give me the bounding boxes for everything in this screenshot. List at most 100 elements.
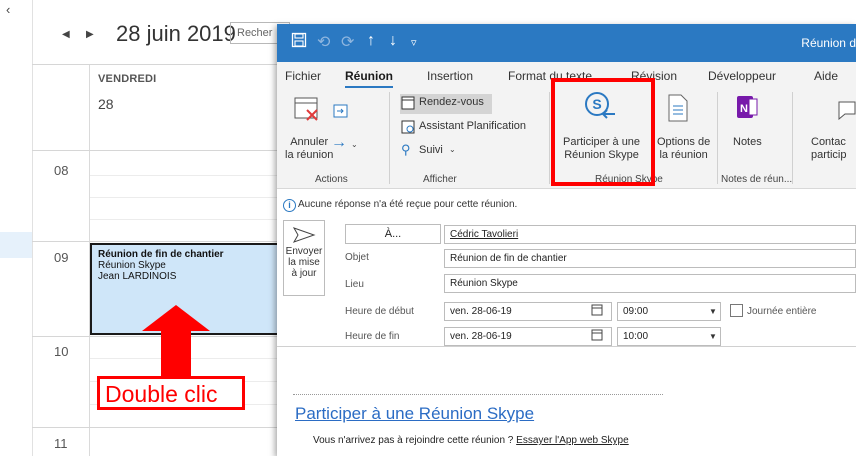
- location-field[interactable]: Réunion Skype: [444, 274, 856, 293]
- info-message: Aucune réponse n'a été reçue pour cette …: [298, 199, 518, 210]
- cancel-meeting-icon: [293, 94, 321, 127]
- day-header: VENDREDI: [98, 73, 157, 85]
- group-separator: [549, 92, 550, 184]
- hour-label-10: 10: [54, 344, 69, 359]
- up-icon[interactable]: ↑: [367, 32, 375, 50]
- cancel-meeting-button[interactable]: Annuler la réunion: [285, 136, 333, 162]
- send-line2: la mise: [288, 257, 320, 268]
- subject-field[interactable]: Réunion de fin de chantier: [444, 249, 856, 268]
- down-icon[interactable]: ↓: [389, 32, 397, 50]
- grid-line: [32, 241, 292, 242]
- selected-nav-item[interactable]: [0, 232, 32, 258]
- hour-label-11: 11: [54, 436, 68, 451]
- save-icon[interactable]: [291, 32, 307, 53]
- meeting-options-icon: [667, 94, 689, 125]
- tab-fichier[interactable]: Fichier: [285, 69, 321, 83]
- cant-join-text: Vous n'arrivez pas à rejoindre cette réu…: [313, 435, 629, 446]
- scheduling-assistant-icon: [401, 120, 415, 137]
- calendar-picker-icon[interactable]: [591, 329, 603, 344]
- group-label-actions: Actions: [315, 174, 348, 185]
- red-arrow-head: [142, 305, 210, 331]
- calendar-date-title: 28 juin 2019: [116, 21, 236, 46]
- hour-label-08: 08: [54, 163, 69, 178]
- redo-icon[interactable]: ⟳: [341, 32, 354, 52]
- chevron-down-icon[interactable]: ⌄: [351, 140, 358, 149]
- window-title: Réunion d: [801, 36, 856, 50]
- send-line3: à jour: [291, 268, 317, 279]
- end-date-field[interactable]: ven. 28-06-19: [444, 327, 612, 346]
- cant-join-prefix: Vous n'arrivez pas à rejoindre cette réu…: [313, 435, 514, 446]
- next-day-icon[interactable]: ▶: [86, 29, 94, 40]
- info-bar: i Aucune réponse n'a été reçue pour cett…: [277, 194, 856, 216]
- appointment-icon: [401, 96, 415, 113]
- meeting-options-line1: Options de: [657, 136, 711, 148]
- grid-line: [90, 175, 292, 176]
- group-separator: [389, 92, 390, 184]
- start-time-field[interactable]: 09:00: [617, 302, 721, 321]
- tab-reunion[interactable]: Réunion: [345, 69, 393, 89]
- dropdown-arrow-icon[interactable]: ▼: [709, 332, 717, 341]
- skype-button-highlight: [551, 78, 655, 186]
- end-time-field[interactable]: 10:00: [617, 327, 721, 346]
- navigation-pane-collapsed: [0, 0, 33, 456]
- cancel-meeting-line1: Annuler: [290, 136, 329, 148]
- start-time-label: Heure de début: [345, 306, 414, 317]
- end-time-value: 10:00: [623, 331, 649, 342]
- event-location: Réunion Skype: [98, 260, 166, 271]
- all-day-checkbox[interactable]: [730, 304, 743, 317]
- subject-label: Objet: [345, 252, 369, 263]
- tab-insertion[interactable]: Insertion: [427, 69, 473, 83]
- skype-web-app-link[interactable]: Essayer l'App web Skype: [516, 435, 629, 446]
- contact-attendees-line1: Contac: [811, 136, 846, 148]
- send-update-button[interactable]: Envoyer la mise à jour: [283, 220, 325, 296]
- meeting-window: ⟲ ⟳ ↑ ↓ ▿ Réunion d Fichier Réunion Inse…: [277, 24, 856, 456]
- chevron-down-icon[interactable]: ⌄: [449, 145, 456, 154]
- group-label-notes: Notes de réun...: [721, 174, 793, 185]
- contact-attendees-icon: [837, 100, 856, 123]
- start-date-field[interactable]: ven. 28-06-19: [444, 302, 612, 321]
- end-time-label: Heure de fin: [345, 331, 400, 342]
- to-button[interactable]: À...: [345, 224, 441, 244]
- forward-calendar-icon[interactable]: [333, 104, 349, 121]
- start-time-value: 09:00: [623, 306, 649, 317]
- event-organizer: Jean LARDINOIS: [98, 271, 177, 282]
- tab-aide[interactable]: Aide: [814, 69, 838, 83]
- all-day-label: Journée entière: [747, 306, 817, 317]
- group-label-afficher: Afficher: [423, 174, 457, 185]
- dotted-separator: [293, 394, 663, 395]
- double-click-annotation: Double clic: [97, 376, 245, 410]
- red-arrow-shaft: [161, 330, 191, 376]
- scheduling-assistant-button[interactable]: Assistant Planification: [419, 120, 526, 132]
- grid-line: [90, 358, 292, 359]
- group-separator: [792, 92, 793, 184]
- grid-line: [32, 427, 292, 428]
- contact-attendees-button[interactable]: Contac particip: [811, 136, 846, 162]
- undo-icon[interactable]: ⟲: [317, 32, 330, 52]
- follow-up-button[interactable]: Suivi: [419, 144, 443, 156]
- follow-up-icon: ⚲: [401, 142, 411, 157]
- info-icon: i: [283, 199, 296, 212]
- notes-button[interactable]: Notes: [733, 136, 762, 149]
- collapse-pane-icon[interactable]: ‹: [6, 2, 10, 17]
- hour-label-09: 09: [54, 250, 69, 265]
- dropdown-arrow-icon[interactable]: ▼: [709, 307, 717, 316]
- group-separator: [717, 92, 718, 184]
- grid-line: [90, 197, 292, 198]
- forward-arrow-icon[interactable]: →: [331, 134, 347, 152]
- customize-icon[interactable]: ▿: [411, 36, 417, 49]
- meeting-options-line2: la réunion: [659, 149, 708, 161]
- contact-attendees-line2: particip: [811, 149, 847, 161]
- location-label: Lieu: [345, 279, 364, 290]
- previous-day-icon[interactable]: ◀: [62, 29, 70, 40]
- send-icon: [284, 227, 324, 246]
- cancel-meeting-line2: la réunion: [285, 149, 334, 161]
- grid-line: [32, 150, 292, 151]
- join-skype-meeting-link[interactable]: Participer à une Réunion Skype: [295, 404, 534, 424]
- rendezvous-button[interactable]: Rendez-vous: [419, 96, 484, 108]
- send-line1: Envoyer: [285, 246, 323, 257]
- tab-developpeur[interactable]: Développeur: [708, 69, 776, 83]
- grid-line: [90, 219, 292, 220]
- calendar-picker-icon[interactable]: [591, 304, 603, 319]
- to-field[interactable]: Cédric Tavolieri: [444, 225, 856, 244]
- meeting-options-button[interactable]: Options de la réunion: [657, 136, 711, 162]
